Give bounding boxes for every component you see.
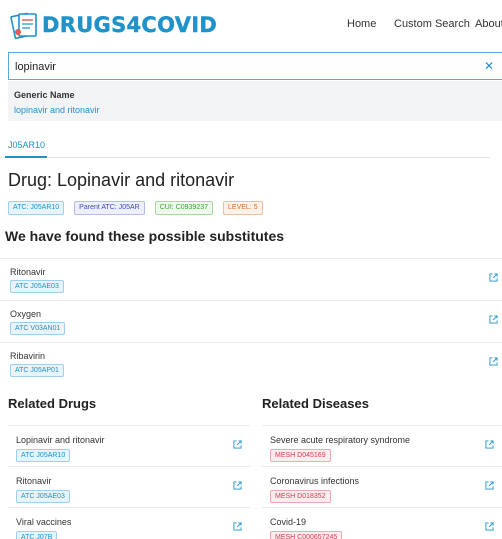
list-item[interactable]: Covid-19 MESH C000657245	[262, 507, 502, 539]
external-link-icon[interactable]	[485, 440, 494, 449]
substitute-name: Ribavirin	[10, 351, 46, 361]
list-item[interactable]: Viral vaccines ATC J07B	[8, 507, 250, 539]
suggestion-item[interactable]: lopinavir and ritonavir	[14, 105, 100, 115]
related-drug-name: Viral vaccines	[16, 517, 72, 527]
search-input[interactable]	[15, 59, 455, 75]
list-item[interactable]: Oxygen ATC V03AN01	[0, 300, 502, 342]
external-link-icon[interactable]	[489, 273, 498, 282]
nav-home[interactable]: Home	[347, 18, 376, 30]
mesh-tag: MESH D045169	[270, 449, 331, 462]
atc-badge: ATC: J05AR10	[8, 201, 65, 215]
tab-divider	[0, 157, 490, 158]
substitute-name: Oxygen	[10, 309, 42, 319]
logo[interactable]: DRUGS4COVID	[10, 8, 217, 42]
logo-text: DRUGS4COVID	[42, 13, 218, 37]
external-link-icon[interactable]	[485, 522, 494, 531]
external-link-icon[interactable]	[233, 440, 242, 449]
cui-badge: CUI: C0939237	[154, 201, 214, 215]
related-disease-name: Coronavirus infections	[270, 476, 360, 486]
mesh-tag: MESH C000657245	[270, 531, 343, 539]
atc-tag: ATC J05AE03	[16, 490, 70, 503]
atc-tag: ATC J05AR10	[16, 449, 71, 462]
external-link-icon[interactable]	[489, 357, 498, 366]
list-item[interactable]: Severe acute respiratory syndrome MESH D…	[262, 425, 502, 466]
related-diseases-list: Severe acute respiratory syndrome MESH D…	[262, 425, 502, 539]
header: DRUGS4COVID Home Custom Search About	[0, 0, 502, 50]
parent-atc-badge: Parent ATC: J05AR	[74, 201, 145, 215]
related-drug-name: Ritonavir	[16, 476, 52, 486]
related-drug-name: Lopinavir and ritonavir	[16, 435, 105, 445]
related-diseases-heading: Related Diseases	[262, 396, 369, 411]
page-title: Drug: Lopinavir and ritonavir	[8, 170, 235, 190]
external-link-icon[interactable]	[233, 481, 242, 490]
external-link-icon[interactable]	[233, 522, 242, 531]
active-tab-indicator	[5, 156, 47, 158]
atc-tag: ATC J07B	[16, 531, 58, 539]
list-item[interactable]: Lopinavir and ritonavir ATC J05AR10	[8, 425, 250, 466]
related-drugs-list: Lopinavir and ritonavir ATC J05AR10 Rito…	[8, 425, 250, 539]
substitutes-list: Ritonavir ATC J05AE03 Oxygen ATC V03AN01…	[0, 258, 502, 384]
substitutes-heading: We have found these possible substitutes	[5, 228, 285, 244]
drug-badges: ATC: J05AR10 Parent ATC: J05AR CUI: C093…	[8, 201, 273, 215]
list-item[interactable]: Ribavirin ATC J05AP01	[0, 342, 502, 384]
substitute-name: Ritonavir	[10, 267, 46, 277]
list-item[interactable]: Ritonavir ATC J05AE03	[8, 466, 250, 507]
tab-j05ar10[interactable]: J05AR10	[8, 140, 45, 150]
suggestion-group-heading: Generic Name	[14, 90, 75, 100]
external-link-icon[interactable]	[485, 481, 494, 490]
nav-custom-search[interactable]: Custom Search	[394, 18, 470, 30]
atc-tag: ATC J05AP01	[10, 364, 64, 377]
related-disease-name: Severe acute respiratory syndrome	[270, 435, 411, 445]
atc-tag: ATC V03AN01	[10, 322, 66, 335]
mesh-tag: MESH D018352	[270, 490, 331, 503]
close-icon[interactable]: ✕	[484, 59, 494, 73]
list-item[interactable]: Ritonavir ATC J05AE03	[0, 258, 502, 300]
search-box: ✕	[8, 52, 502, 80]
logo-icon	[10, 12, 37, 40]
external-link-icon[interactable]	[489, 315, 498, 324]
level-badge: LEVEL: 5	[223, 201, 263, 215]
nav-about[interactable]: About	[475, 18, 502, 30]
search-suggestions: Generic Name lopinavir and ritonavir	[8, 81, 502, 121]
list-item[interactable]: Coronavirus infections MESH D018352	[262, 466, 502, 507]
related-drugs-heading: Related Drugs	[8, 396, 97, 411]
atc-tag: ATC J05AE03	[10, 280, 64, 293]
related-disease-name: Covid-19	[270, 517, 307, 527]
